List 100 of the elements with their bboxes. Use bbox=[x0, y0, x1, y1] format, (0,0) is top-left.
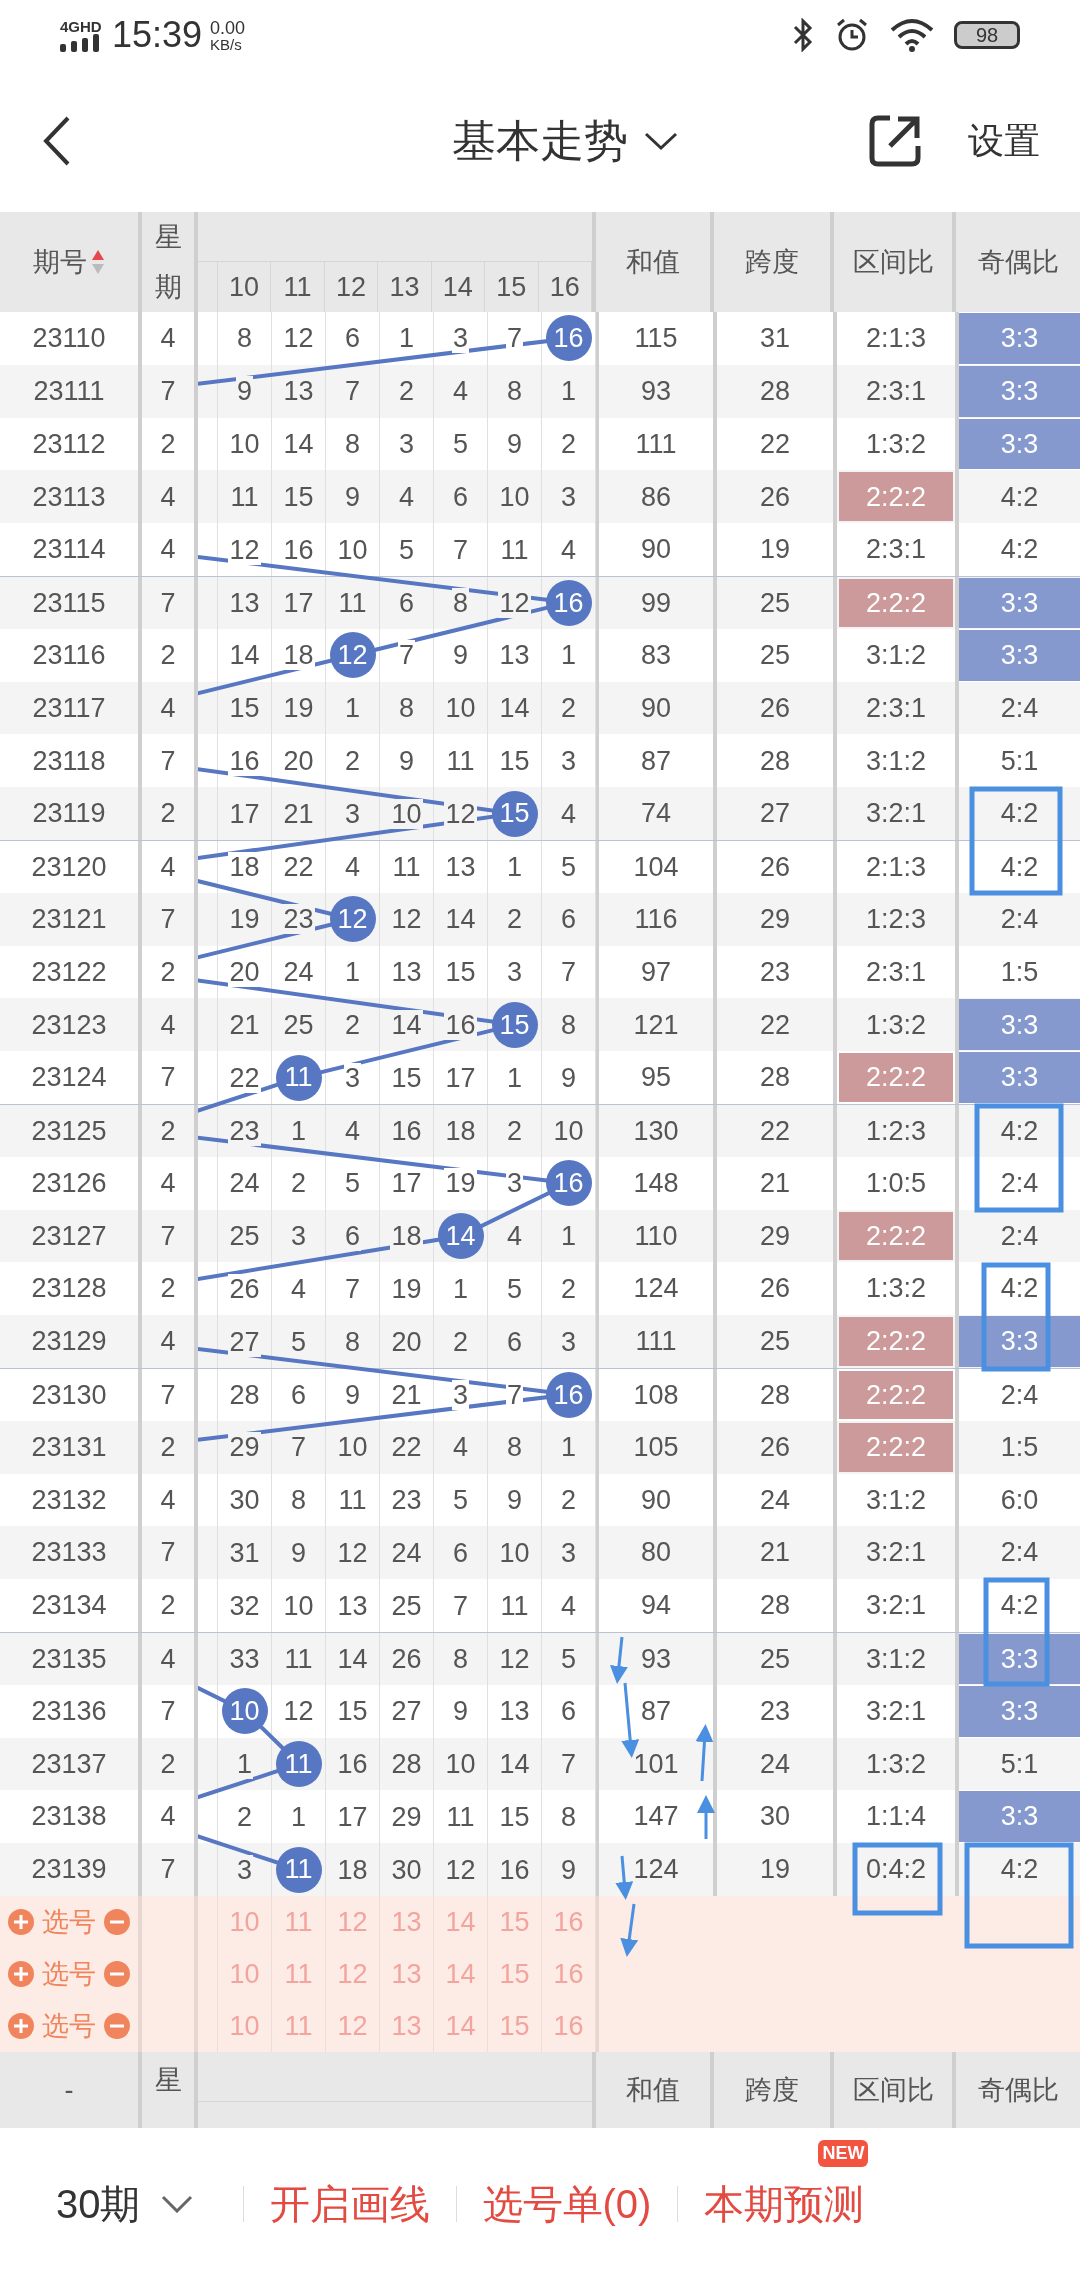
table-cell-text: 2:1:3 bbox=[865, 850, 927, 884]
minus-circle-icon[interactable] bbox=[104, 2012, 130, 2039]
alarm-icon bbox=[834, 17, 870, 53]
plus-circle-icon[interactable] bbox=[8, 1960, 34, 1987]
period-select[interactable]: 30期 bbox=[56, 2173, 217, 2234]
table-cell: 3:3 bbox=[959, 999, 1080, 1051]
table-cell-text: 1:3:2 bbox=[865, 1008, 927, 1042]
table-cell: 3:3 bbox=[959, 1052, 1080, 1103]
table-cell-text: 5:1 bbox=[1000, 744, 1039, 778]
table-cell: 3:3 bbox=[959, 313, 1080, 364]
table-cell: 2:2:2 bbox=[839, 579, 953, 627]
table-cell: 16 bbox=[444, 1009, 477, 1040]
table-cell: 2:2:2 bbox=[839, 1317, 953, 1366]
table-cell: 3:3 bbox=[959, 1791, 1080, 1843]
table-cell-text: 4:2 bbox=[1000, 1853, 1039, 1887]
column-header: 星 bbox=[154, 220, 182, 254]
table-cell-text: 3:2:1 bbox=[865, 1694, 927, 1728]
table-cell: 2:2:2 bbox=[839, 472, 953, 522]
action-button[interactable]: 开启画线 bbox=[269, 2173, 430, 2234]
picker-label: 选号 bbox=[42, 1957, 96, 1991]
table-cell: 3:3 bbox=[959, 1685, 1080, 1737]
pick-number[interactable]: 15 bbox=[488, 1895, 542, 1948]
column-header[interactable]: 期号 bbox=[33, 241, 87, 283]
table-cell-text: 2:4 bbox=[1000, 1378, 1039, 1412]
table-cell-text: 1:2:3 bbox=[865, 902, 927, 936]
battery-indicator: 98 bbox=[954, 21, 1020, 49]
table-cell: 3:3 bbox=[959, 578, 1080, 628]
pick-number[interactable]: 14 bbox=[434, 1999, 488, 2052]
pick-number[interactable]: 13 bbox=[380, 1999, 434, 2052]
table-cell-text: 3:1:2 bbox=[865, 1483, 927, 1517]
table-cell: 2:2:2 bbox=[839, 1370, 953, 1419]
table-cell-text: 2:3:1 bbox=[865, 374, 927, 408]
table-cell-text: 4:2 bbox=[1000, 1272, 1039, 1306]
action-button[interactable]: 选号单(0) bbox=[482, 2173, 652, 2234]
wifi-icon bbox=[890, 18, 934, 52]
pick-number[interactable]: 13 bbox=[380, 1947, 434, 2000]
table-cell: 3:3 bbox=[959, 629, 1080, 681]
table-cell-text: 2:4 bbox=[1000, 902, 1039, 936]
pick-number[interactable]: 12 bbox=[326, 1947, 380, 2000]
pick-number[interactable]: 11 bbox=[272, 1947, 326, 2000]
table-cell-text: 3:2:1 bbox=[865, 797, 927, 831]
plus-circle-icon[interactable] bbox=[8, 1908, 34, 1935]
speed-unit: KB/s bbox=[210, 36, 243, 52]
table-cell-text: 4:2 bbox=[1000, 1589, 1039, 1623]
table-cell-text: 2:4 bbox=[1000, 1166, 1039, 1200]
minus-circle-icon[interactable] bbox=[104, 1908, 130, 1935]
pick-number[interactable]: 12 bbox=[326, 1999, 380, 2052]
table-cell: 3:3 bbox=[959, 365, 1080, 417]
table-cell-text: 1:2:3 bbox=[865, 1114, 927, 1148]
pick-number[interactable]: 13 bbox=[380, 1895, 434, 1948]
annotation-arrow bbox=[695, 1724, 714, 1782]
bluetooth-icon bbox=[792, 18, 814, 52]
title-dropdown[interactable]: 基本走势 bbox=[452, 108, 678, 174]
pick-number[interactable]: 11 bbox=[272, 1999, 326, 2052]
action-button[interactable]: 本期预测 bbox=[704, 2173, 865, 2234]
table-cell-text: 4:2 bbox=[1000, 1114, 1039, 1148]
table-cell-text: 1:3:2 bbox=[865, 1272, 927, 1306]
new-badge: NEW bbox=[818, 2139, 869, 2167]
table-cell-text: 4:2 bbox=[1000, 480, 1039, 514]
pick-number[interactable]: 14 bbox=[434, 1895, 488, 1948]
table-cell: 2:2:2 bbox=[839, 1422, 953, 1472]
table-cell-text: 2:1:3 bbox=[865, 322, 927, 356]
pick-number[interactable]: 10 bbox=[218, 1947, 272, 2000]
pick-number[interactable]: 15 bbox=[488, 1947, 542, 2000]
table-cell: 3 bbox=[452, 1379, 469, 1410]
table-cell-text: 2:3:1 bbox=[865, 691, 927, 725]
plus-circle-icon[interactable] bbox=[8, 2012, 34, 2039]
pick-number[interactable]: 16 bbox=[542, 1999, 596, 2052]
table-cell-text: 2:4 bbox=[1000, 1536, 1039, 1570]
column-header: 奇偶比 bbox=[976, 245, 1060, 279]
share-icon[interactable] bbox=[868, 114, 922, 168]
column-header: 期 bbox=[154, 270, 182, 304]
table-cell-text: 3:1:2 bbox=[865, 744, 927, 778]
table-cell-text: 1:5 bbox=[1000, 955, 1039, 989]
annotation-arrow bbox=[697, 1795, 715, 1839]
settings-button[interactable]: 设置 bbox=[968, 114, 1040, 168]
table-cell-text: 1:5 bbox=[1000, 1430, 1039, 1464]
table-cell-text: 4:2 bbox=[1000, 797, 1039, 831]
chevron-down-icon bbox=[160, 2194, 193, 2213]
table-cell-text: 0:4:2 bbox=[865, 1853, 927, 1887]
minus-circle-icon[interactable] bbox=[104, 1960, 130, 1987]
pick-number[interactable]: 10 bbox=[218, 1999, 272, 2052]
table-cell: 23 bbox=[282, 904, 315, 935]
pick-number[interactable]: 12 bbox=[326, 1895, 380, 1948]
table-cell-text: 4:2 bbox=[1000, 850, 1039, 884]
table-cell-text: 3:2:1 bbox=[865, 1589, 927, 1623]
pick-number[interactable]: 14 bbox=[434, 1947, 488, 2000]
pick-number[interactable]: 16 bbox=[542, 1895, 596, 1948]
table-cell-text: 3:1:2 bbox=[865, 1642, 927, 1676]
sort-icon[interactable] bbox=[91, 249, 105, 275]
pick-number[interactable]: 11 bbox=[272, 1895, 326, 1948]
speed-value: 0.00 bbox=[210, 18, 246, 37]
table-cell-text: 4:2 bbox=[1000, 533, 1039, 567]
pick-number[interactable]: 16 bbox=[542, 1947, 596, 2000]
pick-number[interactable]: 15 bbox=[488, 1999, 542, 2052]
table-cell: 2:2:2 bbox=[839, 1211, 953, 1261]
annotation-arrow bbox=[615, 1855, 634, 1900]
pick-number[interactable]: 10 bbox=[218, 1895, 272, 1948]
column-header: 星 bbox=[154, 2063, 182, 2097]
table-cell: 3:3 bbox=[959, 1316, 1080, 1367]
